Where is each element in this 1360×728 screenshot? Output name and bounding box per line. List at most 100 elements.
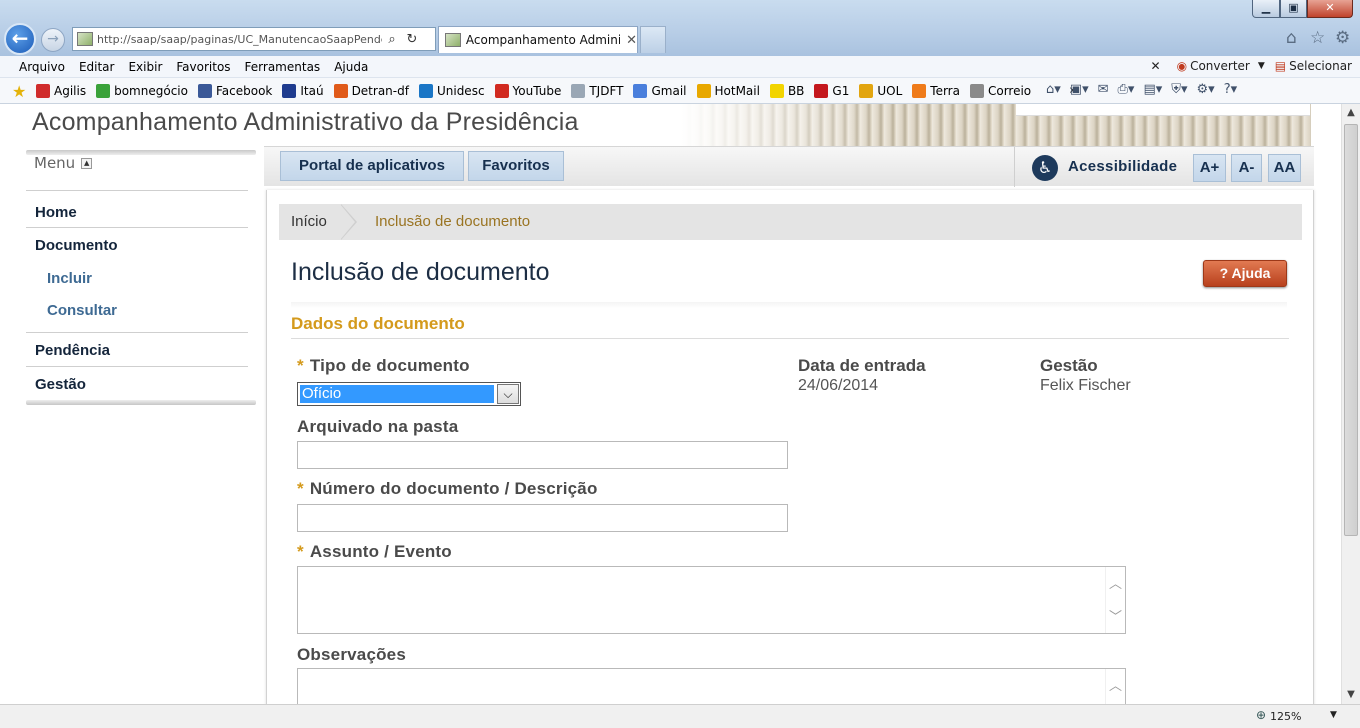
- gestao-label: Gestão: [1040, 356, 1098, 375]
- close-window-button[interactable]: ✕: [1307, 0, 1353, 18]
- tipo-documento-label-text: Tipo de documento: [309, 356, 470, 375]
- chevron-down-icon[interactable]: ⌵: [497, 384, 519, 404]
- tools-gear-icon[interactable]: ⚙▾: [1197, 82, 1215, 97]
- converter-button[interactable]: Converter: [1190, 59, 1250, 73]
- textarea-scrollbar[interactable]: ︿: [1105, 669, 1125, 704]
- maximize-button[interactable]: ▣: [1280, 0, 1307, 18]
- favorite-link[interactable]: BB: [769, 83, 804, 98]
- favorite-link[interactable]: Agilis: [36, 83, 86, 98]
- favorite-link[interactable]: Unidesc: [418, 83, 485, 98]
- menu-favoritos[interactable]: Favoritos: [176, 60, 230, 74]
- gear-icon[interactable]: ⚙: [1335, 28, 1350, 48]
- add-favorite-star-icon[interactable]: ★: [12, 82, 30, 101]
- accessibility-wheelchair-icon: ♿: [1032, 155, 1058, 181]
- search-icon[interactable]: ⌕: [382, 32, 402, 47]
- tipo-documento-selected-value: Ofício: [299, 384, 495, 404]
- refresh-icon[interactable]: ↻: [402, 32, 422, 47]
- favorite-link[interactable]: Terra: [912, 83, 960, 98]
- help-button[interactable]: ? Ajuda: [1203, 260, 1287, 287]
- scroll-up-arrow-icon[interactable]: ▲: [1342, 104, 1360, 122]
- menu-ajuda[interactable]: Ajuda: [334, 60, 368, 74]
- observacoes-textarea[interactable]: ︿: [297, 668, 1126, 704]
- chevron-up-icon[interactable]: ︿: [1109, 675, 1122, 694]
- chevron-up-icon[interactable]: ︿: [1109, 573, 1122, 592]
- page-icon[interactable]: ▤▾: [1143, 82, 1162, 97]
- divider: [1014, 147, 1015, 187]
- sidebar-item-consultar[interactable]: Consultar: [47, 302, 117, 319]
- back-button[interactable]: ←: [4, 23, 36, 55]
- textarea-scrollbar[interactable]: ︿ ﹀: [1105, 567, 1125, 633]
- url-text[interactable]: http://saap/saap/paginas/UC_ManutencaoSa…: [97, 33, 382, 46]
- header-banner-fade: [680, 104, 880, 148]
- favorite-link[interactable]: bomnegócio: [96, 83, 188, 98]
- selecionar-icon: ▤: [1274, 59, 1287, 73]
- favorite-label: Correio: [987, 83, 1032, 98]
- assunto-evento-textarea[interactable]: ︿ ﹀: [297, 566, 1126, 634]
- favorites-star-icon[interactable]: ☆: [1310, 28, 1325, 48]
- font-increase-button[interactable]: A+: [1193, 154, 1226, 182]
- numero-documento-input[interactable]: [297, 504, 788, 532]
- home-icon[interactable]: ⌂▾: [1046, 82, 1061, 97]
- favorite-link[interactable]: Detran-df: [333, 83, 409, 98]
- scroll-down-arrow-icon[interactable]: ▼: [1342, 686, 1360, 704]
- scroll-thumb[interactable]: [1344, 124, 1358, 536]
- menu-toggle[interactable]: Menu ▲: [34, 154, 93, 172]
- browser-tab-active[interactable]: Acompanhamento Admini... ✕: [438, 26, 638, 53]
- sidebar-item-documento[interactable]: Documento: [35, 237, 118, 254]
- favorite-link[interactable]: HotMail: [696, 83, 760, 98]
- close-toolbar-icon[interactable]: ✕: [1151, 59, 1161, 73]
- sidebar-item-home[interactable]: Home: [35, 204, 77, 221]
- zoom-level[interactable]: 125%: [1270, 710, 1301, 723]
- favorite-link[interactable]: TJDFT: [571, 83, 623, 98]
- safety-shield-icon[interactable]: ⛨▾: [1171, 82, 1187, 97]
- favoritos-button[interactable]: Favoritos: [468, 151, 564, 181]
- favorite-link[interactable]: Itaú: [282, 83, 324, 98]
- assunto-evento-label: * Assunto / Evento: [297, 542, 452, 562]
- favorite-link[interactable]: Facebook: [197, 83, 272, 98]
- new-tab-button[interactable]: [640, 26, 666, 53]
- mail-icon[interactable]: ✉: [1098, 82, 1109, 97]
- tipo-documento-select[interactable]: Ofício ⌵: [297, 382, 521, 406]
- favorite-link[interactable]: G1: [814, 83, 849, 98]
- menu-ferramentas[interactable]: Ferramentas: [245, 60, 321, 74]
- home-icon[interactable]: ⌂: [1286, 28, 1297, 48]
- menu-exibir[interactable]: Exibir: [128, 60, 162, 74]
- accessibility-label: Acessibilidade: [1068, 158, 1178, 175]
- menu-arquivo[interactable]: Arquivo: [19, 60, 65, 74]
- favorite-link[interactable]: Gmail: [633, 83, 687, 98]
- arquivado-pasta-input[interactable]: [297, 441, 788, 469]
- high-contrast-button[interactable]: AA: [1268, 154, 1301, 182]
- caret-up-icon[interactable]: ▲: [81, 157, 93, 169]
- feeds-icon[interactable]: ▣▾: [1070, 82, 1089, 97]
- font-decrease-button[interactable]: A-: [1231, 154, 1262, 182]
- print-icon[interactable]: ⎙▾: [1118, 82, 1135, 97]
- minimize-button[interactable]: ▁: [1252, 0, 1280, 18]
- favorite-link[interactable]: Correio: [969, 83, 1032, 98]
- favorite-label: UOL: [877, 83, 903, 98]
- sidebar-item-pendencia[interactable]: Pendência: [35, 342, 110, 359]
- sidebar-item-gestao[interactable]: Gestão: [35, 376, 86, 393]
- tab-close-icon[interactable]: ✕: [626, 33, 637, 48]
- chevron-down-icon[interactable]: ▼: [1330, 710, 1337, 720]
- portal-aplicativos-button[interactable]: Portal de aplicativos: [280, 151, 464, 181]
- forward-button[interactable]: →: [41, 28, 65, 52]
- favorite-link[interactable]: UOL: [859, 83, 903, 98]
- breadcrumb-home-link[interactable]: Início: [291, 213, 327, 230]
- help-question-icon[interactable]: ?▾: [1224, 82, 1237, 97]
- chevron-down-icon[interactable]: ﹀: [1109, 606, 1122, 625]
- breadcrumb-current: Inclusão de documento: [375, 213, 531, 230]
- address-bar[interactable]: http://saap/saap/paginas/UC_ManutencaoSa…: [72, 27, 436, 51]
- chevron-down-icon[interactable]: ▼: [1258, 61, 1265, 71]
- zoom-magnifier-icon[interactable]: ⊕: [1256, 708, 1266, 722]
- sidebar-item-incluir[interactable]: Incluir: [47, 270, 92, 287]
- page-scrollbar[interactable]: ▲ ▼: [1341, 104, 1360, 704]
- selecionar-button[interactable]: Selecionar: [1289, 59, 1352, 73]
- divider: [291, 338, 1289, 339]
- menu-editar[interactable]: Editar: [79, 60, 115, 74]
- arquivado-pasta-label: Arquivado na pasta: [297, 417, 459, 436]
- favorite-label: Gmail: [651, 83, 687, 98]
- favorite-link[interactable]: YouTube: [494, 83, 561, 98]
- page-favicon-icon: [77, 32, 93, 46]
- sidebar-bottom-rule: [26, 400, 256, 405]
- divider: [26, 190, 248, 191]
